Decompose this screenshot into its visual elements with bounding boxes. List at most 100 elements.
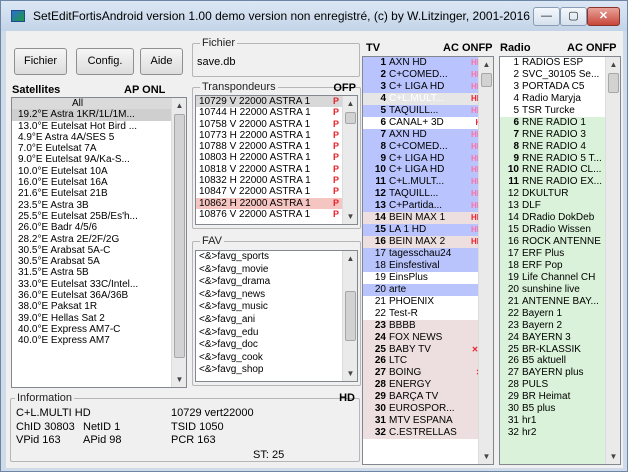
- satellite-item[interactable]: 31.5°E Astra 5B: [12, 267, 186, 278]
- transponder-item[interactable]: 10876 V 22000 ASTRA 1 P: [196, 209, 357, 220]
- close-button[interactable]: ✕: [587, 7, 620, 26]
- radio-channel-row[interactable]: 6 RNE RADIO 1: [500, 117, 620, 129]
- file-button[interactable]: Fichier: [14, 48, 67, 75]
- fav-item[interactable]: <&>favg_music: [196, 301, 357, 314]
- fav-item[interactable]: <&>favg_shop: [196, 364, 357, 377]
- scroll-up-icon[interactable]: ▲: [343, 251, 357, 266]
- satellite-item[interactable]: All: [12, 98, 186, 110]
- radio-channel-row[interactable]: 12 DKULTUR: [500, 188, 620, 200]
- tv-channel-row[interactable]: 22 Test-R: [363, 307, 493, 320]
- scroll-thumb[interactable]: [345, 291, 356, 341]
- satellite-item[interactable]: 7.0°E Eutelsat 7A: [12, 143, 186, 154]
- scroll-thumb[interactable]: [345, 112, 356, 124]
- satellite-scrollbar[interactable]: ▲ ▼: [171, 98, 186, 387]
- radio-channel-row[interactable]: 22 Bayern 1: [500, 308, 620, 320]
- radio-channel-row[interactable]: 31 hr1: [500, 415, 620, 427]
- tv-channel-row[interactable]: 21 PHOENIX: [363, 295, 493, 308]
- radio-channel-row[interactable]: 10 RNE RADIO CL...: [500, 164, 620, 176]
- fav-item[interactable]: <&>favg_doc: [196, 339, 357, 352]
- tv-channel-row[interactable]: 26 LTC: [363, 355, 493, 368]
- tv-channel-row[interactable]: 18 Einsfestival: [363, 259, 493, 272]
- radio-channel-row[interactable]: 13 DLF: [500, 200, 620, 212]
- fav-item[interactable]: <&>favg_movie: [196, 264, 357, 277]
- tv-channel-row[interactable]: 24FOX NEWS$: [363, 331, 493, 344]
- radio-channel-row[interactable]: 26 B5 aktuell: [500, 355, 620, 367]
- tv-channel-row[interactable]: 29BARÇA TV$ꞩ: [363, 391, 493, 404]
- tv-channel-row[interactable]: 14BEIN MAX 1HD$: [363, 212, 493, 225]
- scroll-down-icon[interactable]: ▼: [606, 449, 620, 464]
- scroll-down-icon[interactable]: ▼: [172, 372, 186, 387]
- fav-item[interactable]: <&>favg_edu: [196, 327, 357, 340]
- config-button[interactable]: Config.: [76, 48, 134, 75]
- satellite-item[interactable]: 13.0°E Eutelsat Hot Bird ...: [12, 121, 186, 132]
- scroll-thumb[interactable]: [481, 73, 492, 87]
- title-bar[interactable]: SetEditFortisAndroid version 1.00 demo v…: [1, 1, 627, 31]
- radio-scrollbar[interactable]: ▲ ▼: [605, 57, 620, 464]
- transponder-item[interactable]: 10847 V 22000 ASTRA 1 P: [196, 186, 357, 197]
- tv-channel-row[interactable]: 32C.ESTRELLAS$: [363, 427, 493, 439]
- radio-channel-row[interactable]: 5 TSR Turcke: [500, 104, 620, 117]
- transponder-item[interactable]: 10729 V 22000 ASTRA 1 P: [196, 96, 357, 108]
- tv-channel-row[interactable]: 25BABY TV✕$ꞩ: [363, 343, 493, 356]
- satellite-item[interactable]: 4.9°E Astra 4A/SES 5: [12, 132, 186, 143]
- radio-channel-row[interactable]: 14 DRadio DokDeb: [500, 212, 620, 224]
- radio-channel-row[interactable]: 28 PULS: [500, 379, 620, 391]
- scroll-down-icon[interactable]: ▼: [343, 366, 357, 381]
- scroll-up-icon[interactable]: ▲: [343, 96, 357, 111]
- satellite-item[interactable]: 9.0°E Eutelsat 9A/Ka-S...: [12, 154, 186, 165]
- tv-channel-row[interactable]: 12TAQUILL...HD$: [363, 188, 493, 201]
- tv-channel-row[interactable]: 3C+ LIGA HDHD$: [363, 80, 493, 93]
- tv-channel-row[interactable]: 10C+ LIGA HDHD$: [363, 164, 493, 177]
- tv-channel-row[interactable]: 1AXN HDHD$: [363, 57, 493, 69]
- scroll-down-icon[interactable]: ▼: [343, 209, 357, 224]
- scroll-up-icon[interactable]: ▲: [606, 57, 620, 72]
- tv-channel-row[interactable]: 20 arte: [363, 283, 493, 296]
- tv-channel-row[interactable]: 17 tagesschau24: [363, 248, 493, 260]
- radio-channel-row[interactable]: 17 ERF Plus: [500, 248, 620, 260]
- satellite-list[interactable]: All 19.2°E Astra 1KR/1L/1M... 13.0°E Eutel…: [11, 97, 187, 388]
- transponder-item[interactable]: 10862 H 22000 ASTRA 1 P: [196, 197, 357, 209]
- radio-channel-row[interactable]: 9 RNE RADIO 5 T...: [500, 153, 620, 165]
- scroll-thumb[interactable]: [608, 73, 619, 93]
- radio-channel-row[interactable]: 18 ERF Pop: [500, 260, 620, 272]
- radio-channel-row[interactable]: 25 BR-KLASSIK: [500, 344, 620, 356]
- radio-channel-row[interactable]: 7 RNE RADIO 3: [500, 129, 620, 141]
- fav-item[interactable]: <&>favg_drama: [196, 276, 357, 289]
- minimize-button[interactable]: —: [533, 7, 560, 26]
- scroll-down-icon[interactable]: ▼: [479, 449, 493, 464]
- tv-channel-row[interactable]: 2C+COMED...HD$: [363, 68, 493, 81]
- satellite-item[interactable]: 33.0°E Eutelsat 33C/Intel...: [12, 279, 186, 290]
- tv-scrollbar[interactable]: ▲ ▼: [478, 57, 493, 464]
- scroll-thumb[interactable]: [174, 114, 185, 358]
- radio-channel-row[interactable]: 11 RNE RADIO EX...: [500, 176, 620, 188]
- satellite-item[interactable]: 38.0°E Paksat 1R: [12, 301, 186, 312]
- tv-channel-row[interactable]: 4C+L.MULT...HD$: [363, 92, 493, 105]
- transponder-item[interactable]: 10744 H 22000 ASTRA 1 P: [196, 107, 357, 118]
- radio-channel-row[interactable]: 2 SVC_30105 Se...: [500, 68, 620, 81]
- scroll-up-icon[interactable]: ▲: [172, 98, 186, 113]
- scroll-up-icon[interactable]: ▲: [479, 57, 493, 72]
- transponder-item[interactable]: 10758 V 22000 ASTRA 1 P: [196, 119, 357, 130]
- tv-channel-row[interactable]: 27BOING✕$: [363, 367, 493, 380]
- radio-channel-row[interactable]: 21 ANTENNE BAY...: [500, 296, 620, 308]
- radio-channel-row[interactable]: 16 ROCK ANTENNE: [500, 236, 620, 248]
- tv-channel-row[interactable]: 8C+COMED...HD$: [363, 140, 493, 153]
- satellite-item[interactable]: 19.2°E Astra 1KR/1L/1M...: [12, 109, 186, 121]
- tv-channel-list[interactable]: 1AXN HDHD$2C+COMED...HD$3C+ LIGA HDHD$4C…: [362, 56, 494, 465]
- tv-channel-row[interactable]: 9C+ LIGA HDHD$: [363, 152, 493, 165]
- tv-channel-row[interactable]: 28ENERGY$: [363, 379, 493, 392]
- tv-channel-row[interactable]: 19 EinsPlus: [363, 271, 493, 284]
- fav-scrollbar[interactable]: ▲ ▼: [342, 251, 357, 381]
- radio-channel-row[interactable]: 3 PORTADA C5: [500, 80, 620, 93]
- maximize-button[interactable]: ▢: [560, 7, 587, 26]
- satellite-item[interactable]: 30.5°E Arabsat 5A: [12, 256, 186, 267]
- transponder-list[interactable]: 10729 V 22000 ASTRA 1 P 10744 H 22000 ASTR…: [195, 95, 358, 225]
- radio-channel-row[interactable]: 30 B5 plus: [500, 403, 620, 415]
- transponder-item[interactable]: 10788 V 22000 ASTRA 1 P: [196, 141, 357, 152]
- satellite-item[interactable]: 10.0°E Eutelsat 10A: [12, 166, 186, 177]
- radio-channel-row[interactable]: 20 sunshine live: [500, 284, 620, 296]
- tv-channel-row[interactable]: 13C+Partida...HD$: [363, 200, 493, 213]
- tv-channel-row[interactable]: 30EUROSPOR...$: [363, 403, 493, 416]
- tv-channel-row[interactable]: 6CANAL+ 3DHD: [363, 116, 493, 129]
- satellite-item[interactable]: 23.5°E Astra 3B: [12, 200, 186, 211]
